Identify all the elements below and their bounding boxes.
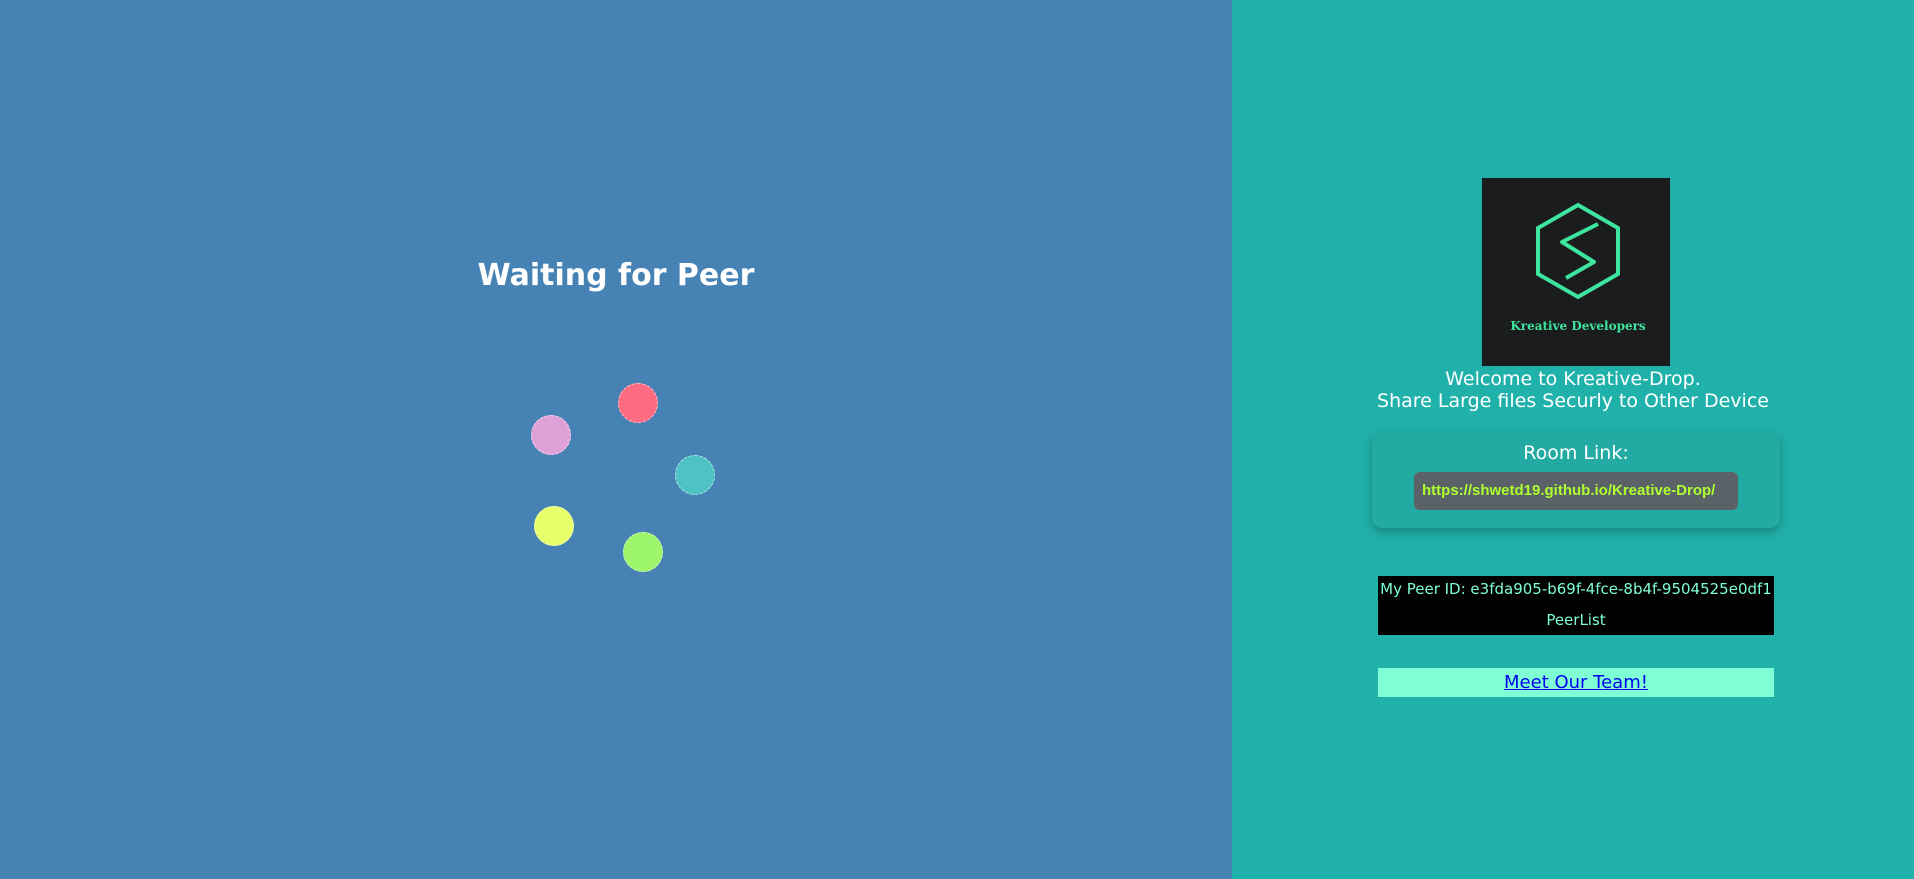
app-page: Waiting for Peer Kreative Developers Wel… bbox=[0, 0, 1914, 879]
my-peer-id: My Peer ID: e3fda905-b69f-4fce-8b4f-9504… bbox=[1380, 580, 1772, 598]
brand-logo: Kreative Developers bbox=[1482, 178, 1670, 366]
room-link-card: Room Link: https://shwetd19.github.io/Kr… bbox=[1372, 432, 1780, 528]
hexagon-s-logo-icon: Kreative Developers bbox=[1510, 202, 1646, 333]
loader-dot bbox=[618, 383, 658, 423]
welcome-subline: Share Large files Securly to Other Devic… bbox=[1377, 390, 1769, 412]
waiting-panel: Waiting for Peer bbox=[0, 0, 1232, 879]
logo-wordmark: Kreative Developers bbox=[1510, 319, 1646, 333]
loader-dot bbox=[623, 532, 663, 572]
room-link-label: Room Link: bbox=[1523, 442, 1629, 464]
welcome-line: Welcome to Kreative-Drop. bbox=[1445, 368, 1701, 390]
team-link-bar: Meet Our Team! bbox=[1378, 668, 1774, 697]
meet-our-team-link[interactable]: Meet Our Team! bbox=[1504, 672, 1648, 693]
welcome-message: Welcome to Kreative-Drop. Share Large fi… bbox=[1232, 368, 1914, 412]
loader-dot bbox=[675, 455, 715, 495]
waiting-title: Waiting for Peer bbox=[477, 258, 755, 293]
loader-dot bbox=[534, 506, 574, 546]
room-link-field[interactable]: https://shwetd19.github.io/Kreative-Drop… bbox=[1414, 472, 1738, 510]
peer-info-box: My Peer ID: e3fda905-b69f-4fce-8b4f-9504… bbox=[1378, 576, 1774, 635]
loader-dot bbox=[531, 415, 571, 455]
peer-list-label: PeerList bbox=[1546, 611, 1606, 629]
loading-spinner bbox=[520, 375, 730, 585]
